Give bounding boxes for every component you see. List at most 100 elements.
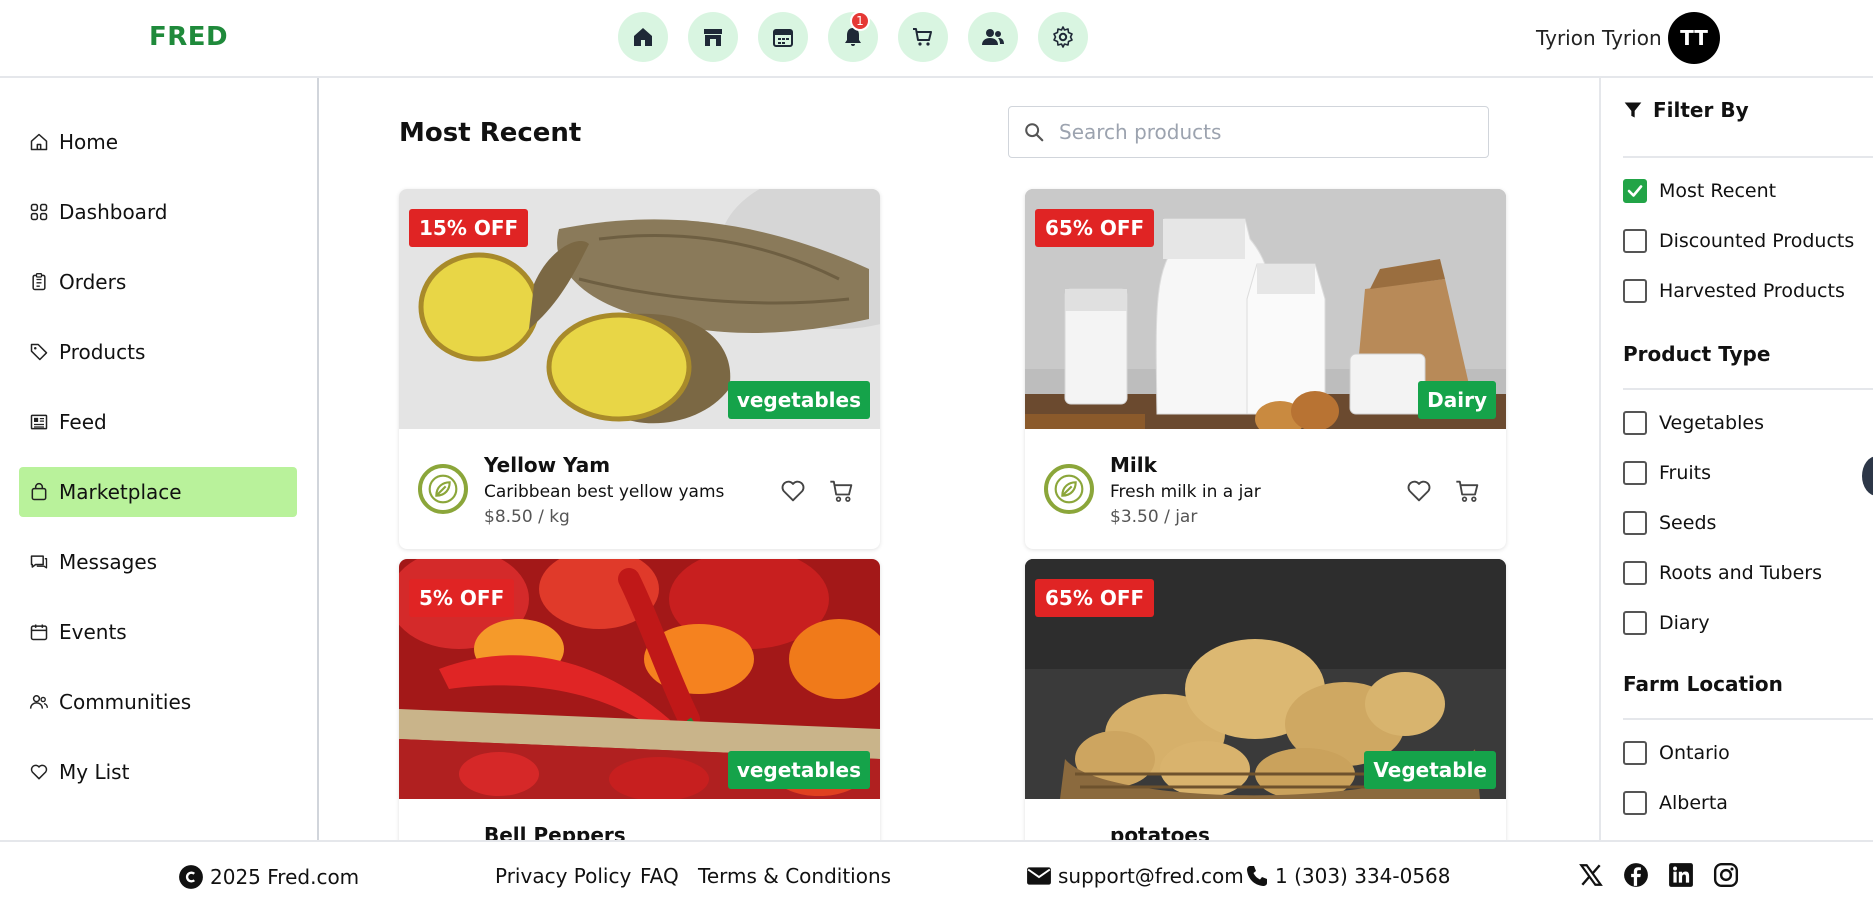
checkbox[interactable] [1623, 791, 1647, 815]
filter-ontario[interactable]: Ontario [1623, 741, 1730, 765]
facebook-icon[interactable] [1623, 862, 1649, 888]
sidebar-item-messages[interactable]: Messages [19, 537, 297, 587]
search-input[interactable] [1059, 120, 1479, 144]
product-image[interactable]: 5% OFF vegetables [399, 559, 880, 799]
discount-badge: 65% OFF [1035, 209, 1155, 247]
nav-calendar-button[interactable] [758, 12, 808, 62]
support-email[interactable]: support@fred.com [1026, 864, 1244, 888]
farm-location-title: Farm Location [1623, 672, 1783, 696]
nav-home-button[interactable] [618, 12, 668, 62]
filter-heading-label: Filter By [1653, 98, 1749, 122]
filter-vegetables[interactable]: Vegetables [1623, 411, 1764, 435]
filter-label: Diary [1659, 612, 1710, 634]
copyright-icon [179, 865, 203, 889]
sidebar: Home Dashboard Orders Products Feed Mark… [0, 78, 319, 840]
seller-logo [418, 464, 468, 514]
sidebar-item-dashboard[interactable]: Dashboard [19, 187, 297, 237]
copyright-text: 2025 Fred.com [210, 865, 360, 889]
sidebar-item-label: Products [59, 340, 146, 364]
filter-label: Vegetables [1659, 412, 1764, 434]
sidebar-item-home[interactable]: Home [19, 117, 297, 167]
filter-alberta[interactable]: Alberta [1623, 791, 1728, 815]
linkedin-icon[interactable] [1668, 862, 1694, 888]
support-phone[interactable]: 1 (303) 334-0568 [1245, 864, 1451, 888]
product-name[interactable]: Milk [1110, 453, 1157, 477]
calendar-outline-icon [30, 624, 48, 641]
filter-label: Discounted Products [1659, 230, 1855, 252]
nav-community-button[interactable] [968, 12, 1018, 62]
product-image[interactable]: 65% OFF Dairy [1025, 189, 1506, 429]
faq-link[interactable]: FAQ [640, 864, 679, 888]
search-box[interactable] [1008, 106, 1489, 158]
sidebar-item-label: My List [59, 760, 130, 784]
x-icon[interactable] [1578, 862, 1604, 888]
terms-link[interactable]: Terms & Conditions [698, 864, 891, 888]
heart-icon[interactable] [1405, 477, 1433, 505]
discount-badge: 65% OFF [1035, 579, 1155, 617]
checkbox[interactable] [1623, 279, 1647, 303]
product-image[interactable]: 15% OFF vegetables [399, 189, 880, 429]
heart-icon[interactable] [779, 477, 807, 505]
add-to-cart-icon[interactable] [827, 477, 857, 505]
product-price: $3.50 / jar [1110, 507, 1198, 527]
sidebar-item-orders[interactable]: Orders [19, 257, 297, 307]
email-text: support@fred.com [1058, 864, 1244, 888]
sidebar-item-my-list[interactable]: My List [19, 747, 297, 797]
bag-icon [31, 483, 47, 501]
filter-discounted-products[interactable]: Discounted Products [1623, 229, 1854, 253]
discount-badge: 15% OFF [409, 209, 529, 247]
privacy-policy-link[interactable]: Privacy Policy [495, 864, 631, 888]
sidebar-item-events[interactable]: Events [19, 607, 297, 657]
envelope-icon [1027, 867, 1051, 885]
phone-icon [1247, 866, 1267, 886]
filter-label: Roots and Tubers [1659, 562, 1822, 584]
phone-text: 1 (303) 334-0568 [1275, 864, 1451, 888]
product-card[interactable]: 15% OFF vegetables Yellow Yam Caribbean … [399, 189, 880, 549]
filter-label: Seeds [1659, 512, 1717, 534]
filter-diary[interactable]: Diary [1623, 611, 1710, 635]
sidebar-item-products[interactable]: Products [19, 327, 297, 377]
filter-harvested-products[interactable]: Harvested Products [1623, 279, 1845, 303]
filter-seeds[interactable]: Seeds [1623, 511, 1716, 535]
product-image[interactable]: 65% OFF Vegetable [1025, 559, 1506, 799]
nav-store-button[interactable] [688, 12, 738, 62]
sidebar-item-label: Communities [59, 690, 192, 714]
nav-cart-button[interactable] [898, 12, 948, 62]
product-price: $8.50 / kg [484, 507, 570, 527]
avatar[interactable]: TT [1668, 12, 1720, 64]
checkbox[interactable] [1623, 561, 1647, 585]
checkbox[interactable] [1623, 461, 1647, 485]
product-description: Fresh milk in a jar [1110, 482, 1261, 502]
product-description: Caribbean best yellow yams [484, 482, 725, 502]
discount-badge: 5% OFF [409, 579, 515, 617]
checkbox[interactable] [1623, 229, 1647, 253]
notification-badge: 1 [850, 11, 870, 31]
checkbox[interactable] [1623, 741, 1647, 765]
page-title: Most Recent [399, 118, 582, 148]
sidebar-item-communities[interactable]: Communities [19, 677, 297, 727]
checkbox[interactable] [1623, 411, 1647, 435]
store-icon [704, 29, 722, 46]
nav-settings-button[interactable] [1038, 12, 1088, 62]
add-to-cart-icon[interactable] [1453, 477, 1483, 505]
newspaper-icon [30, 414, 48, 430]
sidebar-item-feed[interactable]: Feed [19, 397, 297, 447]
checkbox[interactable] [1623, 511, 1647, 535]
product-card[interactable]: 65% OFF Dairy Milk Fresh milk in a jar $… [1025, 189, 1506, 549]
product-name[interactable]: Yellow Yam [484, 453, 610, 477]
divider [1623, 718, 1873, 720]
home-icon [634, 28, 652, 46]
filter-most-recent[interactable]: Most Recent [1623, 179, 1776, 203]
checkbox-checked[interactable] [1623, 179, 1647, 203]
filter-fruits[interactable]: Fruits [1623, 461, 1711, 485]
user-name: Tyrion Tyrion [1536, 26, 1662, 50]
sidebar-item-label: Dashboard [59, 200, 168, 224]
nav-notifications-button[interactable]: 1 [828, 11, 878, 62]
app-logo[interactable]: FRED [149, 22, 228, 52]
checkbox[interactable] [1623, 611, 1647, 635]
sidebar-item-label: Orders [59, 270, 127, 294]
filter-roots-and-tubers[interactable]: Roots and Tubers [1623, 561, 1822, 585]
sidebar-item-marketplace[interactable]: Marketplace [19, 467, 297, 517]
category-badge: Vegetable [1364, 751, 1496, 789]
instagram-icon[interactable] [1713, 862, 1739, 888]
